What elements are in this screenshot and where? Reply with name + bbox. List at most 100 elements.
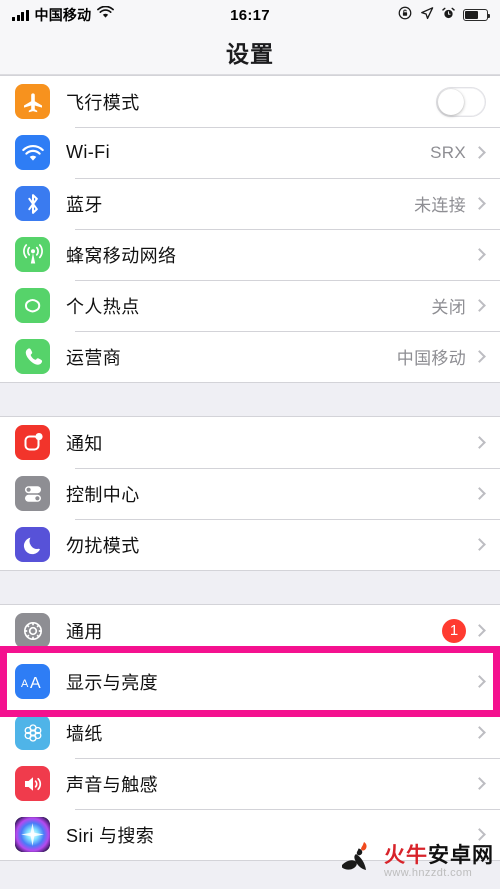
text-size-aa-icon: A A (15, 664, 50, 699)
chevron-right-icon (473, 538, 486, 551)
row-accessory: 中国移动 (397, 344, 500, 369)
site-watermark: 火牛安卓网 www.hnzzdt.com (340, 838, 494, 885)
chevron-right-icon (473, 146, 486, 159)
row-detail: 未连接 (414, 196, 466, 215)
row-accessory: 未连接 (414, 191, 500, 216)
gear-icon (15, 613, 50, 648)
settings-screen: 中国移动 16:17 设置 飞行模式 Wi-Fi SRX 蓝牙 未连接 蜂窝移动… (0, 0, 500, 889)
sidebar-item-hotspot[interactable]: 个人热点 关闭 (0, 280, 500, 331)
settings-group-alerts: 通知 控制中心 勿扰模式 (0, 416, 500, 571)
highlight-wrapper: A A 显示与亮度 (0, 646, 500, 717)
chevron-right-icon (473, 436, 486, 449)
row-accessory (473, 436, 500, 449)
control-center-icon (15, 476, 50, 511)
chevron-right-icon (473, 777, 486, 790)
wifi-icon (15, 135, 50, 170)
row-label: 飞行模式 (66, 92, 140, 113)
status-bar-right (398, 6, 491, 25)
row-accessory (436, 86, 500, 117)
watermark-brand: 火牛安卓网 (384, 845, 494, 866)
status-bar: 中国移动 16:17 (0, 0, 500, 30)
wifi-icon (97, 5, 115, 24)
wallpaper-flower-icon (15, 715, 50, 750)
row-detail: 关闭 (431, 298, 466, 317)
bluetooth-icon (15, 186, 50, 221)
sidebar-item-wifi[interactable]: Wi-Fi SRX (0, 127, 500, 178)
notification-badge-icon (15, 425, 50, 460)
settings-group-connectivity: 飞行模式 Wi-Fi SRX 蓝牙 未连接 蜂窝移动网络 个人热点 关闭 运营商… (0, 75, 500, 383)
page-title: 设置 (226, 41, 274, 67)
row-detail: 中国移动 (396, 349, 466, 368)
rotation-lock-icon (398, 6, 412, 25)
row-accessory (473, 726, 500, 739)
row-label: 显示与亮度 (66, 672, 158, 693)
torch-flame-icon (340, 838, 380, 885)
group-separator (0, 383, 500, 416)
row-accessory (466, 248, 500, 261)
row-accessory (473, 487, 500, 500)
sidebar-item-bluetooth[interactable]: 蓝牙 未连接 (0, 178, 500, 229)
row-label: 通用 (66, 621, 103, 642)
row-label: 勿扰模式 (66, 535, 140, 556)
status-badge: 1 (442, 618, 466, 643)
row-label: Siri 与搜索 (66, 825, 155, 846)
svg-text:A: A (21, 678, 29, 690)
row-label: 蓝牙 (66, 194, 103, 215)
navigation-bar: 设置 (0, 30, 500, 75)
location-arrow-icon (420, 6, 434, 25)
watermark-brand-black: 安卓网 (428, 843, 494, 867)
row-detail: SRX (430, 142, 466, 162)
cellular-tower-icon (15, 237, 50, 272)
row-label: 个人热点 (66, 296, 140, 317)
chevron-right-icon (473, 675, 486, 688)
sidebar-item-display-brightness[interactable]: A A 显示与亮度 (0, 656, 500, 707)
carrier-name: 中国移动 (34, 7, 92, 23)
chevron-right-icon (473, 350, 486, 363)
row-accessory (473, 538, 500, 551)
watermark-text: 火牛安卓网 www.hnzzdt.com (384, 845, 494, 879)
sidebar-item-cellular[interactable]: 蜂窝移动网络 (0, 229, 500, 280)
row-label: 蜂窝移动网络 (66, 245, 177, 266)
row-label: Wi-Fi (66, 142, 110, 162)
alarm-clock-icon (442, 6, 455, 25)
group-separator (0, 571, 500, 604)
row-accessory: SRX (430, 143, 500, 163)
row-accessory: 关闭 (431, 293, 500, 318)
row-label: 控制中心 (66, 484, 140, 505)
row-label: 运营商 (66, 347, 122, 368)
row-accessory (473, 777, 500, 790)
sidebar-item-do-not-disturb[interactable]: 勿扰模式 (0, 519, 500, 570)
status-bar-left: 中国移动 (12, 5, 115, 25)
svg-text:A: A (30, 675, 41, 692)
sidebar-item-sounds-haptics[interactable]: 声音与触感 (0, 758, 500, 809)
signal-bars-icon (12, 9, 29, 21)
chevron-right-icon (473, 248, 486, 261)
sidebar-item-airplane-mode[interactable]: 飞行模式 (0, 76, 500, 127)
sidebar-item-general[interactable]: 通用 1 (0, 605, 500, 656)
moon-icon (15, 527, 50, 562)
chevron-right-icon (473, 624, 486, 637)
sidebar-item-control-center[interactable]: 控制中心 (0, 468, 500, 519)
chevron-right-icon (473, 299, 486, 312)
battery-icon (463, 9, 491, 21)
chevron-right-icon (473, 197, 486, 210)
watermark-brand-red: 火牛 (384, 843, 428, 867)
row-label: 声音与触感 (66, 774, 158, 795)
sidebar-item-notifications[interactable]: 通知 (0, 417, 500, 468)
chevron-right-icon (473, 726, 486, 739)
settings-group-system: 通用 1 A A 显示与亮度 墙纸 声音与触感 Siri 与搜索 (0, 604, 500, 861)
airplane-icon (15, 84, 50, 119)
hotspot-link-icon (15, 288, 50, 323)
row-accessory: 1 (442, 618, 500, 643)
settings-list[interactable]: 飞行模式 Wi-Fi SRX 蓝牙 未连接 蜂窝移动网络 个人热点 关闭 运营商… (0, 75, 500, 889)
airplane-mode-toggle[interactable] (436, 86, 486, 117)
row-label: 墙纸 (66, 723, 103, 744)
watermark-url: www.hnzzdt.com (384, 866, 473, 879)
phone-icon (15, 339, 50, 374)
clock-time: 16:17 (230, 6, 270, 24)
row-label: 通知 (66, 433, 103, 454)
chevron-right-icon (473, 487, 486, 500)
siri-icon (15, 817, 50, 852)
sidebar-item-carrier[interactable]: 运营商 中国移动 (0, 331, 500, 382)
sidebar-item-wallpaper[interactable]: 墙纸 (0, 707, 500, 758)
